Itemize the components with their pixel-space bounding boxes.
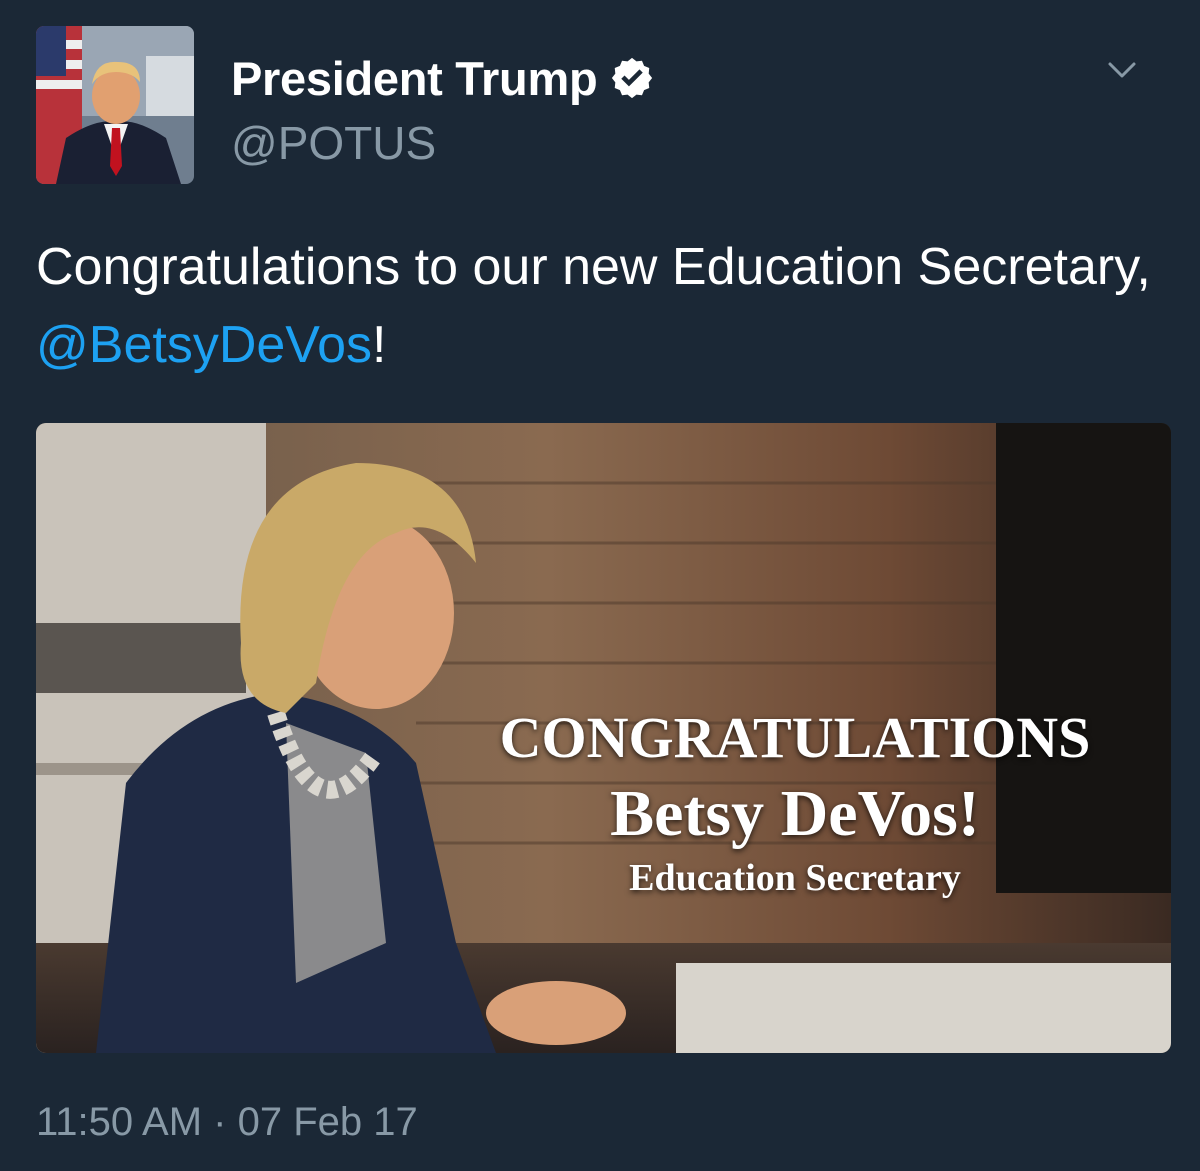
tweet-text-before: Congratulations to our new Education Sec… <box>36 238 1151 296</box>
chevron-down-icon[interactable] <box>1102 52 1142 88</box>
avatar[interactable] <box>36 26 194 184</box>
author-handle[interactable]: @POTUS <box>231 116 436 170</box>
tweet-card: President Trump @POTUS Congratulations t… <box>0 0 1200 1171</box>
timestamp[interactable]: 11:50 AM · 07 Feb 17 <box>36 1100 418 1145</box>
tweet-text-after: ! <box>372 316 387 374</box>
media-subtitle: Education Secretary <box>629 857 961 899</box>
tweet-text: Congratulations to our new Education Sec… <box>36 228 1166 384</box>
mention-link[interactable]: @BetsyDeVos <box>36 316 372 374</box>
media-name: Betsy DeVos! <box>610 777 980 850</box>
author-name-row[interactable]: President Trump <box>231 50 655 106</box>
media-headline: CONGRATULATIONS <box>499 705 1091 770</box>
verified-badge-icon <box>612 57 653 99</box>
profile-photo-icon <box>36 26 194 184</box>
author-display-name[interactable]: President Trump <box>231 51 598 106</box>
